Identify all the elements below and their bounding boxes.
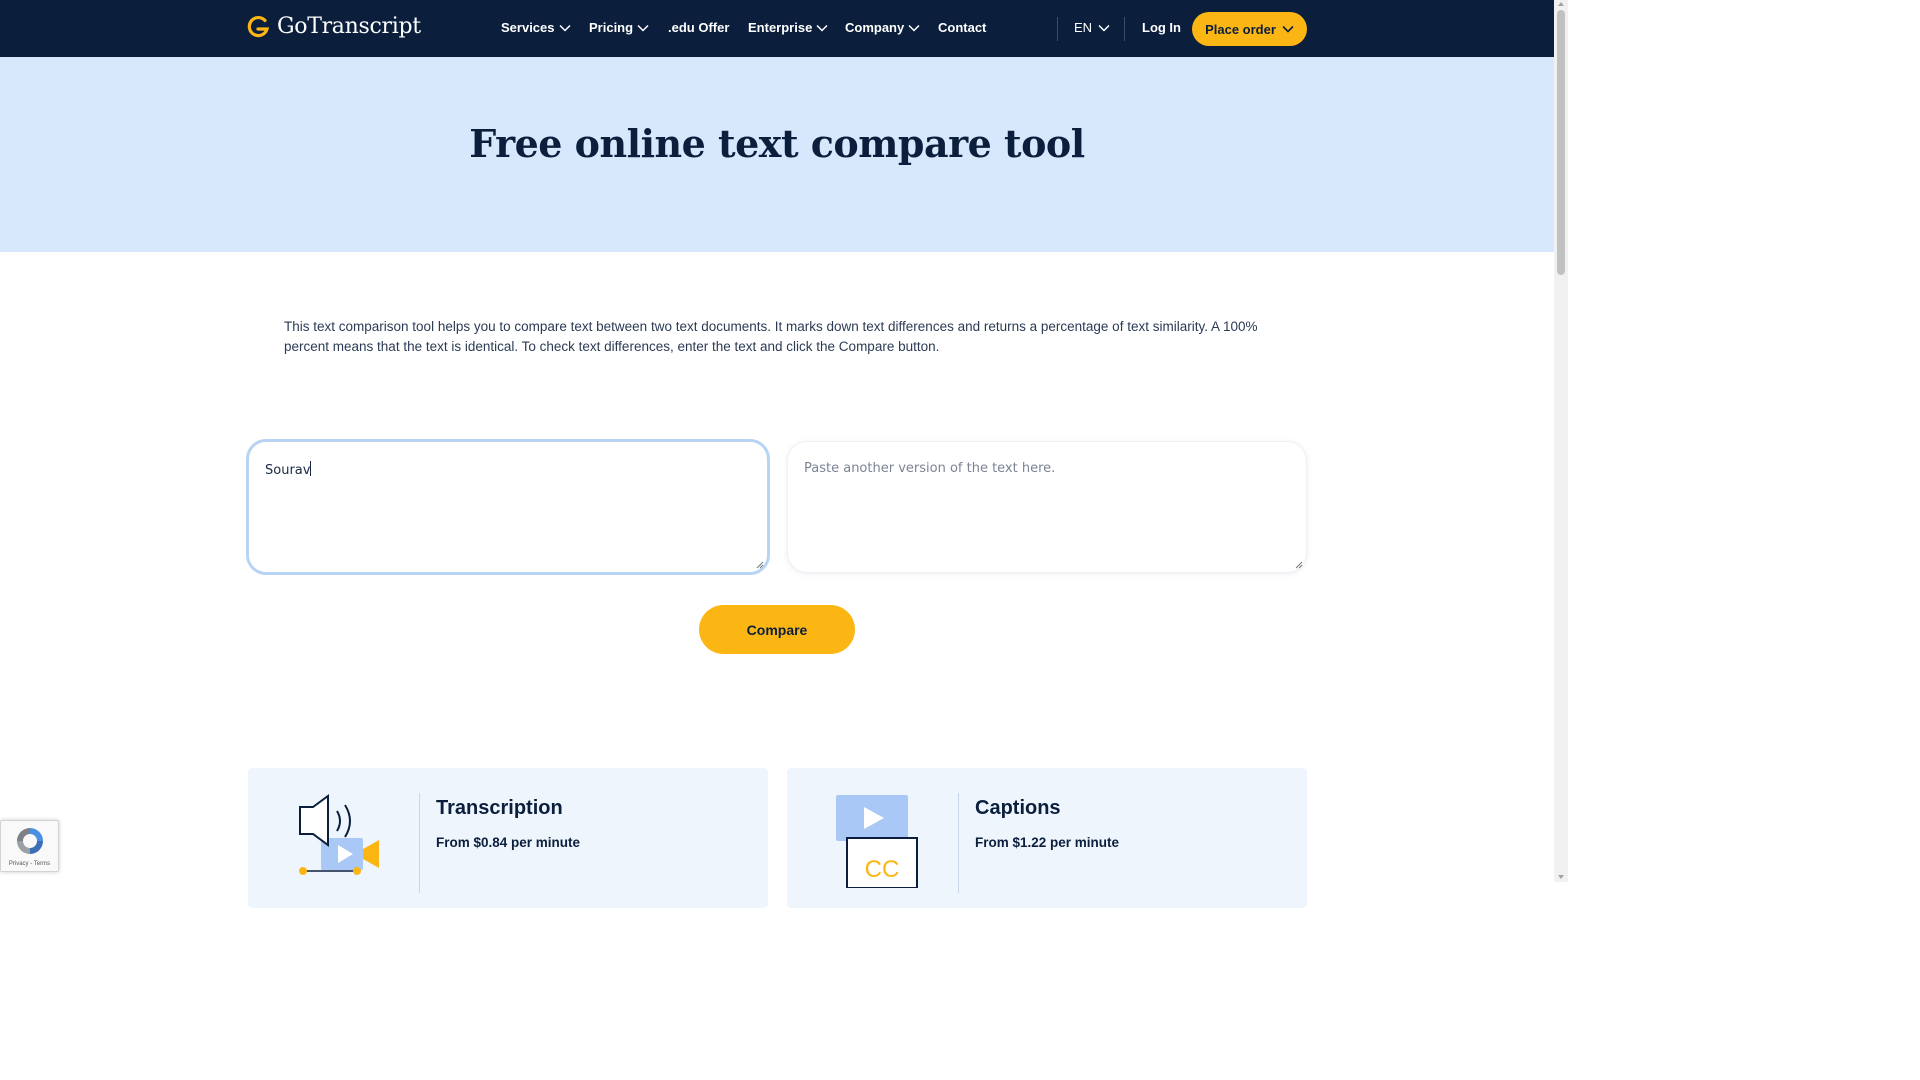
page-title: Free online text compare tool [469, 121, 1085, 166]
chevron-down-icon [637, 24, 649, 32]
g-logo-icon [247, 15, 269, 37]
chevron-down-icon [816, 24, 828, 32]
card-price: From $1.22 per minute [975, 835, 1120, 850]
recaptcha-icon [17, 828, 43, 854]
original-text-value: Sourav [265, 463, 311, 478]
card-divider [958, 793, 959, 893]
nav-edu-offer[interactable]: .edu Offer [668, 20, 729, 35]
chevron-down-icon [908, 24, 920, 32]
nav-pricing-label: Pricing [589, 20, 634, 35]
nav-services[interactable]: Services [501, 20, 571, 35]
card-divider [419, 793, 420, 893]
text-cursor [310, 461, 312, 476]
nav-divider [1057, 17, 1058, 41]
nav-edu-offer-label: .edu Offer [668, 20, 730, 35]
brand-name: GoTranscript [277, 14, 421, 39]
tool-description: This text comparison tool helps you to c… [284, 319, 1258, 354]
nav-pricing[interactable]: Pricing [589, 20, 649, 35]
cc-video-icon: CC [836, 795, 918, 888]
speaker-video-icon [299, 794, 379, 875]
place-order-button[interactable]: Place order [1192, 12, 1307, 46]
recaptcha-links[interactable]: Privacy - Terms [1, 861, 58, 867]
gotranscript-logo[interactable]: GoTranscript [247, 14, 421, 39]
nav-divider [1124, 17, 1125, 41]
chevron-down-icon [558, 24, 571, 32]
nav-enterprise-label: Enterprise [748, 20, 813, 35]
cc-text: CC [865, 856, 900, 883]
scroll-up-arrow-icon[interactable] [1557, 1, 1565, 7]
nav-contact-label: Contact [938, 20, 987, 35]
card-title: Captions [975, 797, 1061, 819]
original-text-input[interactable]: Sourav [246, 439, 770, 575]
place-order-label: Place order [1205, 21, 1276, 37]
nav-enterprise[interactable]: Enterprise [748, 20, 828, 35]
resize-handle-icon[interactable] [756, 561, 764, 569]
hero-banner: Free online text compare tool [0, 57, 1554, 252]
nav-services-label: Services [501, 20, 555, 35]
login-link[interactable]: Log In [1142, 20, 1181, 35]
scroll-down-arrow-icon[interactable] [1557, 874, 1565, 880]
scrollbar-thumb[interactable] [1557, 10, 1565, 275]
card-title: Transcription [436, 797, 563, 819]
top-navbar: GoTranscript Services Pricing .edu Offer… [0, 0, 1554, 57]
chevron-down-icon [1098, 24, 1110, 32]
nav-company-label: Company [845, 20, 905, 35]
compare-text-placeholder: Paste another version of the text here. [804, 461, 1056, 476]
resize-handle-icon[interactable] [1295, 561, 1303, 569]
card-price: From $0.84 per minute [436, 835, 581, 850]
nav-contact[interactable]: Contact [938, 20, 986, 35]
page-scrollbar[interactable] [1554, 0, 1568, 882]
recaptcha-badge[interactable]: Privacy - Terms [0, 820, 59, 872]
language-label: EN [1074, 20, 1093, 35]
chevron-down-icon [1282, 25, 1294, 33]
compare-text-input[interactable]: Paste another version of the text here. [787, 441, 1307, 573]
compare-button[interactable]: Compare [699, 605, 855, 654]
service-card-transcription[interactable]: Transcription From $0.84 per minute [248, 768, 768, 908]
language-selector[interactable]: EN [1074, 20, 1110, 35]
service-card-captions[interactable]: CC Captions From $1.22 per minute [787, 768, 1307, 908]
nav-company[interactable]: Company [845, 20, 920, 35]
